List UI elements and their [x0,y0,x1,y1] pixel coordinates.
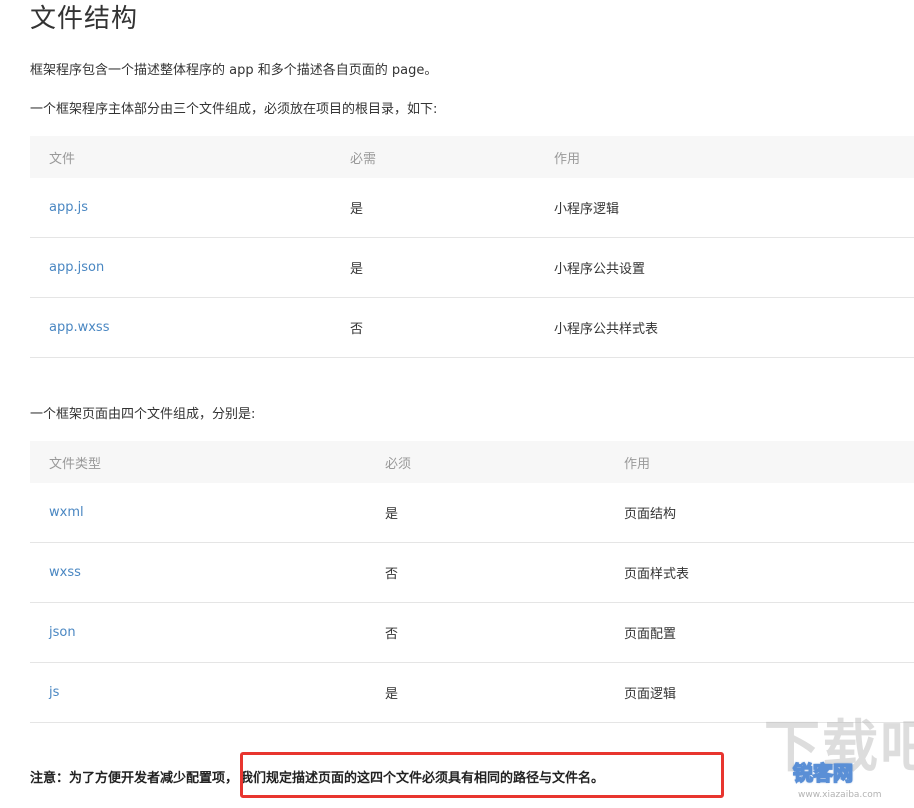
intro-paragraph: 框架程序包含一个描述整体程序的 app 和多个描述各自页面的 page。 [30,63,438,78]
file-type-link[interactable]: wxml [30,483,366,543]
table-row: app.json 是 小程序公共设置 [30,237,914,298]
table-row: wxss 否 页面样式表 [30,542,914,603]
file-type-link[interactable]: wxss [30,542,366,603]
purpose-cell: 页面样式表 [605,542,914,603]
table-row: app.wxss 否 小程序公共样式表 [30,297,914,358]
purpose-cell: 小程序公共样式表 [535,297,914,358]
file-type-link[interactable]: js [30,662,366,723]
column-header-required: 必需 [350,151,377,167]
required-cell: 否 [366,602,605,663]
file-link[interactable]: app.js [30,178,331,238]
file-link[interactable]: app.wxss [30,297,331,358]
required-cell: 是 [331,178,535,238]
page-title: 文件结构 [30,4,139,34]
note-prefix: 注意：为了方便开发者减少配置项， [30,771,239,786]
page-files-paragraph: 一个框架页面由四个文件组成，分别是: [30,407,256,422]
required-cell: 否 [331,297,535,358]
watermark-url: www.xiazaiba.com [798,790,882,800]
purpose-cell: 页面逻辑 [605,662,914,723]
file-type-link[interactable]: json [30,602,366,663]
app-files-table: 文件 必需 作用 app.js 是 小程序逻辑 app.json 是 小程序公共… [30,136,914,358]
required-cell: 否 [366,542,605,603]
table-header-row: 文件 必需 作用 [30,136,914,178]
table-row: app.js 是 小程序逻辑 [30,178,914,238]
purpose-cell: 小程序逻辑 [535,178,914,238]
column-header-purpose: 作用 [554,151,581,167]
table-header-row: 文件类型 必须 作用 [30,441,914,483]
required-cell: 是 [331,237,535,298]
required-cell: 是 [366,662,605,723]
table-row: json 否 页面配置 [30,602,914,663]
required-cell: 是 [366,483,605,543]
column-header-file: 文件 [49,151,76,167]
column-header-file-type: 文件类型 [49,456,102,472]
purpose-cell: 页面结构 [605,483,914,543]
column-header-required: 必须 [385,456,412,472]
purpose-cell: 小程序公共设置 [535,237,914,298]
note-emphasis: 我们规定描述页面的这四个文件必须具有相同的路径与文件名。 [240,771,605,786]
note-paragraph: 注意：为了方便开发者减少配置项， 我们规定描述页面的这四个文件必须具有相同的路径与… [30,768,604,790]
column-header-purpose: 作用 [624,456,651,472]
page-files-table: 文件类型 必须 作用 wxml 是 页面结构 wxss 否 页面样式表 json… [30,441,914,723]
app-files-paragraph: 一个框架程序主体部分由三个文件组成，必须放在项目的根目录，如下: [30,102,438,117]
table-row: js 是 页面逻辑 [30,662,914,723]
table-row: wxml 是 页面结构 [30,483,914,543]
purpose-cell: 页面配置 [605,602,914,663]
file-link[interactable]: app.json [30,237,331,298]
watermark-logo: 锐客网 [792,760,854,786]
